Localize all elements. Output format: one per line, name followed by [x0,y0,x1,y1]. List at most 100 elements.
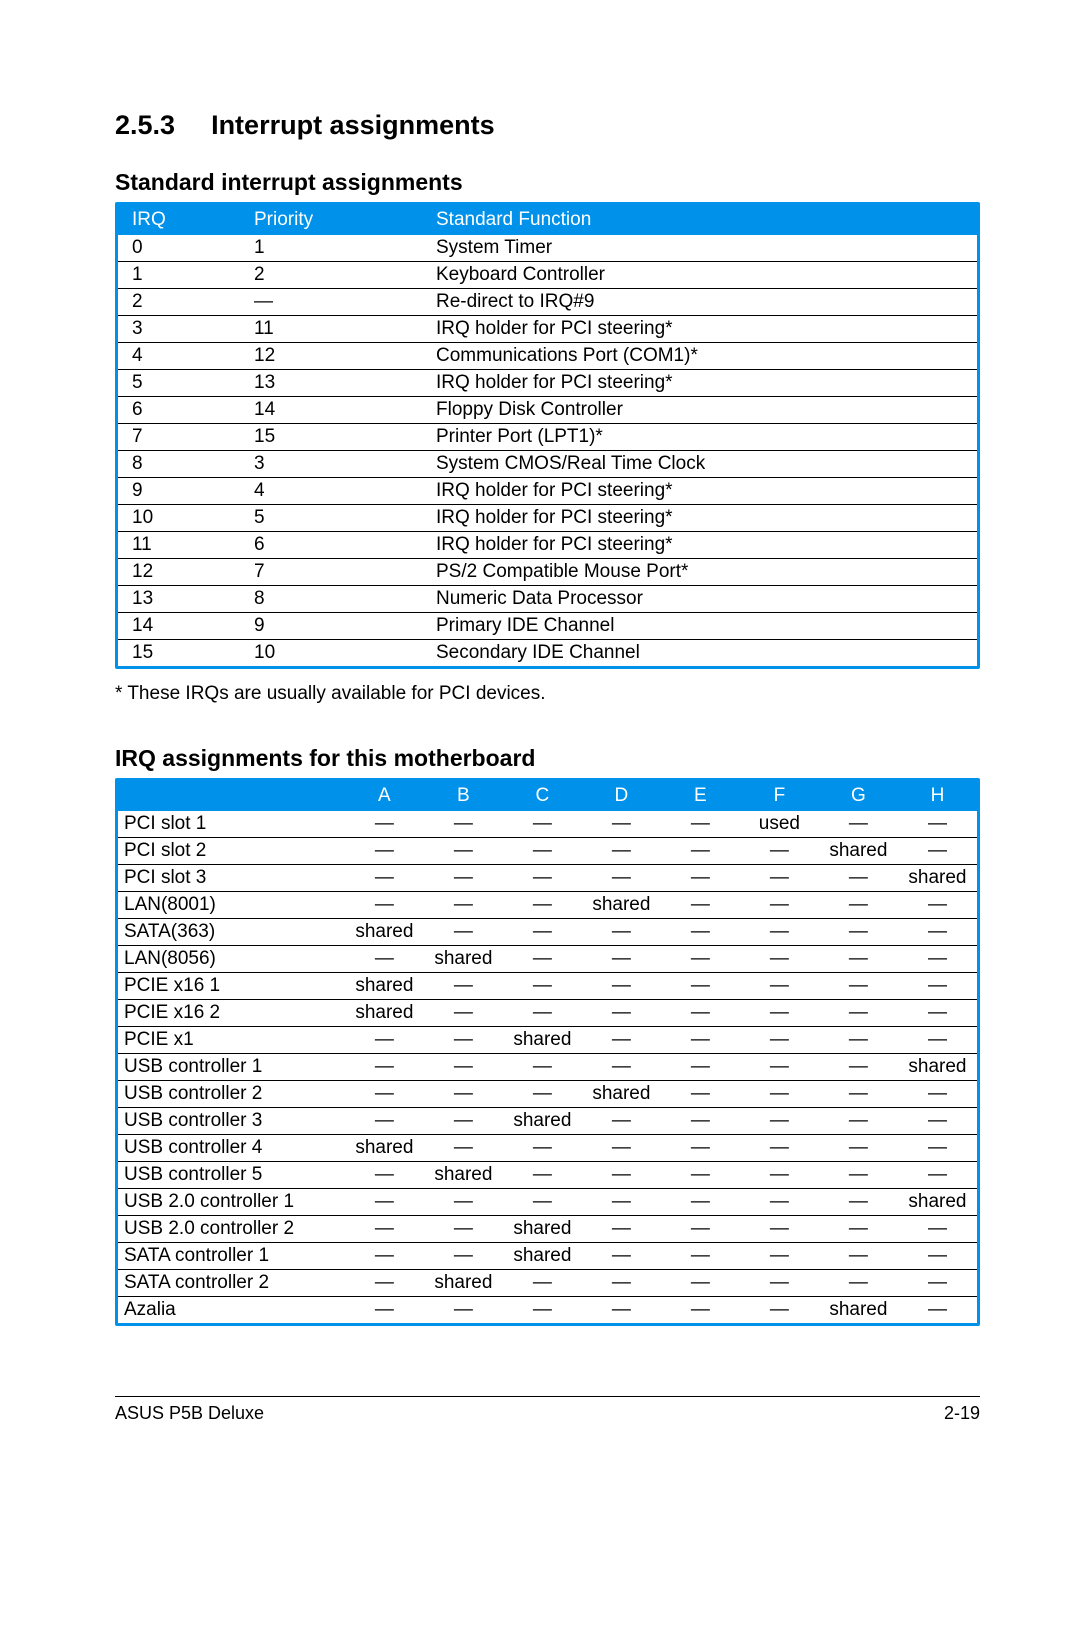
cell-value: — [661,1270,740,1297]
table-row: 311IRQ holder for PCI steering* [118,316,977,343]
cell-value: — [345,946,424,973]
cell-value: — [582,865,661,892]
cell-value: — [819,946,898,973]
cell-value: — [740,1189,819,1216]
cell-priority: 12 [240,343,422,370]
cell-irq: 13 [118,586,240,613]
cell-value: used [740,811,819,838]
cell-irq: 4 [118,343,240,370]
cell-value: — [819,1027,898,1054]
cell-func: IRQ holder for PCI steering* [422,532,977,559]
table-row: SATA controller 2—shared—————— [118,1270,977,1297]
cell-value: — [582,1243,661,1270]
cell-irq: 10 [118,505,240,532]
th-col-F: F [740,781,819,811]
cell-value: — [503,1270,582,1297]
cell-value: — [424,1081,503,1108]
cell-device: USB controller 5 [118,1162,345,1189]
footer-product: ASUS P5B Deluxe [115,1403,264,1424]
cell-value: — [661,1216,740,1243]
cell-device: PCI slot 1 [118,811,345,838]
cell-value: — [503,973,582,1000]
table-row: PCIE x16 1shared——————— [118,973,977,1000]
cell-irq: 2 [118,289,240,316]
table-row: LAN(8056)—shared—————— [118,946,977,973]
cell-value: shared [582,1081,661,1108]
cell-priority: 7 [240,559,422,586]
table-row: PCI slot 2——————shared— [118,838,977,865]
cell-device: USB controller 4 [118,1135,345,1162]
table-row: PCIE x1——shared————— [118,1027,977,1054]
cell-value: shared [424,1270,503,1297]
cell-value: — [740,1297,819,1324]
cell-irq: 3 [118,316,240,343]
cell-func: PS/2 Compatible Mouse Port* [422,559,977,586]
cell-value: — [661,1054,740,1081]
cell-value: — [740,865,819,892]
cell-value: — [345,1162,424,1189]
cell-device: Azalia [118,1297,345,1324]
cell-value: — [424,811,503,838]
cell-value: — [503,946,582,973]
table-row: 127PS/2 Compatible Mouse Port* [118,559,977,586]
table-row: Azalia——————shared— [118,1297,977,1324]
table1-title: Standard interrupt assignments [115,169,980,196]
cell-value: — [503,811,582,838]
cell-value: — [582,811,661,838]
table-row: USB controller 1———————shared [118,1054,977,1081]
cell-value: — [740,1135,819,1162]
table-row: USB 2.0 controller 2——shared————— [118,1216,977,1243]
cell-value: shared [898,1054,977,1081]
cell-value: — [661,919,740,946]
cell-value: shared [345,919,424,946]
cell-value: — [503,1162,582,1189]
cell-func: Secondary IDE Channel [422,640,977,667]
cell-value: — [661,1027,740,1054]
cell-priority: 5 [240,505,422,532]
cell-value: — [582,919,661,946]
cell-value: — [661,1189,740,1216]
th-col-E: E [661,781,740,811]
table-row: 149Primary IDE Channel [118,613,977,640]
cell-irq: 8 [118,451,240,478]
page-footer: ASUS P5B Deluxe 2-19 [115,1403,980,1424]
page: 2.5.3Interrupt assignments Standard inte… [0,0,1080,1484]
table-row: PCIE x16 2shared——————— [118,1000,977,1027]
mobo-irq-table: ABCDEFGH PCI slot 1—————used——PCI slot 2… [118,781,977,1323]
cell-priority: 10 [240,640,422,667]
th-col-B: B [424,781,503,811]
cell-irq: 5 [118,370,240,397]
cell-value: — [740,919,819,946]
cell-value: — [345,1216,424,1243]
cell-value: shared [345,1000,424,1027]
cell-value: shared [503,1027,582,1054]
cell-value: — [503,1189,582,1216]
table-row: 105IRQ holder for PCI steering* [118,505,977,532]
cell-priority: — [240,289,422,316]
cell-irq: 6 [118,397,240,424]
cell-value: — [503,892,582,919]
cell-value: — [582,838,661,865]
table-row: 1510Secondary IDE Channel [118,640,977,667]
cell-value: — [424,919,503,946]
table1-footnote: * These IRQs are usually available for P… [115,683,980,705]
table-row: 715Printer Port (LPT1)* [118,424,977,451]
table-row: PCI slot 3———————shared [118,865,977,892]
cell-value: — [424,973,503,1000]
table-row: 138Numeric Data Processor [118,586,977,613]
section-number: 2.5.3 [115,110,175,141]
cell-value: — [819,1081,898,1108]
cell-irq: 14 [118,613,240,640]
cell-irq: 11 [118,532,240,559]
cell-value: — [898,1297,977,1324]
cell-value: — [819,1135,898,1162]
cell-value: shared [503,1216,582,1243]
cell-func: Communications Port (COM1)* [422,343,977,370]
table1-wrapper: IRQ Priority Standard Function 01System … [115,202,980,669]
cell-value: — [819,1162,898,1189]
th-device [118,781,345,811]
cell-value: — [424,892,503,919]
cell-value: — [582,1054,661,1081]
cell-value: — [898,1081,977,1108]
cell-value: — [898,892,977,919]
